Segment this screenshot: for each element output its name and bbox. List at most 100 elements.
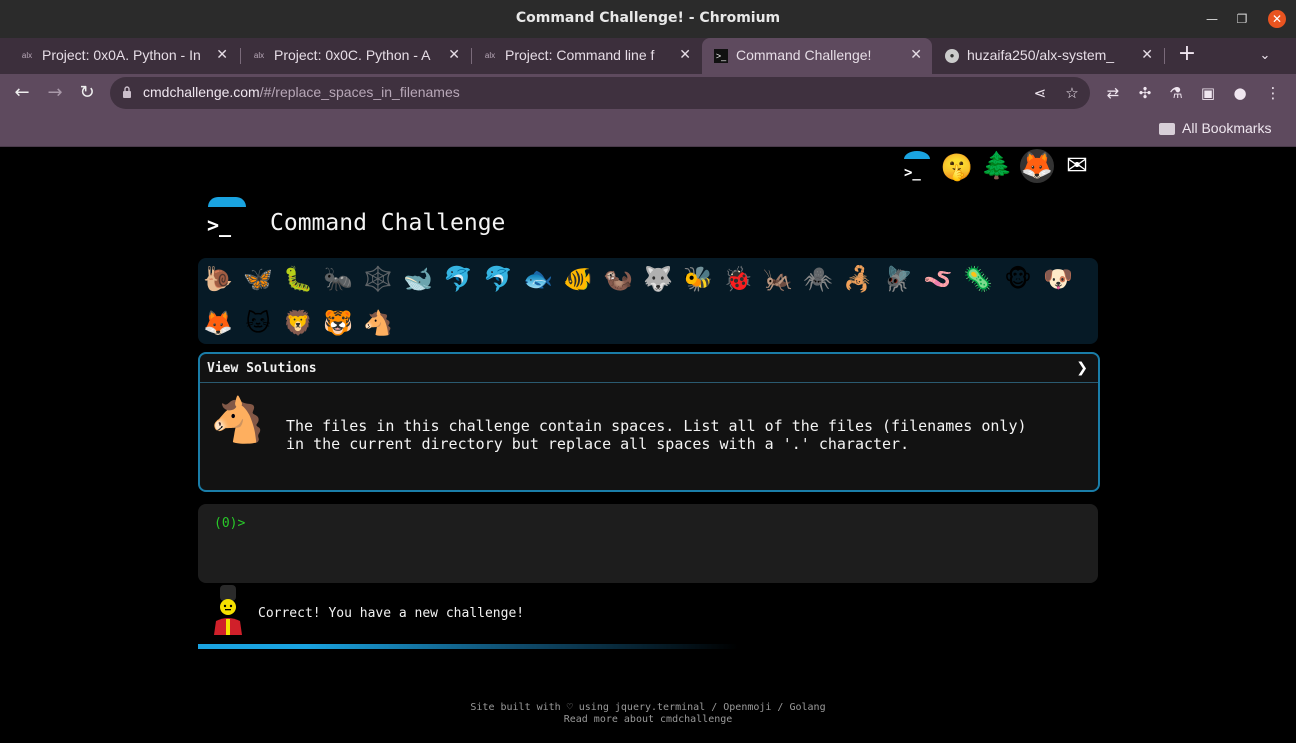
maximize-button[interactable]: ❐ (1234, 11, 1250, 27)
gitlab-icon[interactable]: 🦊 (1020, 149, 1054, 183)
reload-icon[interactable]: ↻ (77, 83, 97, 103)
close-tab-icon[interactable]: ✕ (910, 46, 922, 63)
challenge-emoji-9[interactable]: 🐟 (521, 262, 555, 296)
challenge-emoji-8[interactable]: 🐬 (481, 262, 515, 296)
profile-avatar-icon[interactable]: ● (1230, 83, 1250, 103)
alx-favicon: alx (21, 51, 33, 60)
challenge-emoji-7[interactable]: 🐬 (441, 262, 475, 296)
bookmark-star-icon[interactable]: ☆ (1062, 83, 1082, 103)
horse-icon: 🐴 (210, 395, 265, 446)
cmdchallenge-logo-icon[interactable]: >_ (900, 149, 934, 183)
lock-icon (123, 86, 131, 98)
url-text[interactable]: cmdchallenge.com/#/replace_spaces_in_fil… (143, 84, 460, 100)
challenge-emoji-6[interactable]: 🐋 (401, 262, 435, 296)
logo-prompt: >_ (207, 213, 232, 237)
github-favicon: ● (945, 49, 959, 63)
tab-label: Project: 0x0A. Python - In (42, 47, 201, 63)
all-bookmarks-button[interactable]: All Bookmarks (1182, 120, 1271, 136)
challenge-emoji-11[interactable]: 🦦 (601, 262, 635, 296)
close-window-button[interactable]: ✕ (1268, 10, 1286, 28)
minimize-button[interactable]: — (1204, 11, 1220, 27)
page-content: >_ 🤫 🌲 🦊 ✉ >_ Command Challenge 🐌 🦋 🐛 🐜 🕸️ 🐋 🐬… (0, 147, 1296, 743)
new-tab-icon[interactable]: + (1177, 43, 1197, 65)
translate-extension-icon[interactable]: ⇄ (1103, 83, 1123, 103)
feedback-message: Correct! You have a new challenge! (258, 606, 525, 621)
challenge-emoji-13[interactable]: 🐝 (681, 262, 715, 296)
bookmarks-bar: All Bookmarks (0, 112, 1296, 147)
labs-flask-icon[interactable]: ⚗ (1166, 83, 1186, 103)
back-icon[interactable]: ← (12, 83, 32, 103)
challenge-emoji-12[interactable]: 🐺 (641, 262, 675, 296)
challenge-description: The files in this challenge contain spac… (286, 417, 1076, 453)
footer-read-more-link[interactable]: Read more about cmdchallenge (0, 714, 1296, 726)
shushing-face-icon[interactable]: 🤫 (940, 151, 974, 185)
terminal-prompt: (0)> (214, 516, 246, 531)
close-tab-icon[interactable]: ✕ (448, 46, 460, 63)
forward-icon[interactable]: → (45, 83, 65, 103)
challenge-emoji-18[interactable]: 🪰 (881, 262, 915, 296)
tab-label: Project: Command line f (505, 47, 655, 63)
challenge-emoji-20[interactable]: 🦠 (961, 262, 995, 296)
tab-command-challenge[interactable]: >_ Command Challenge! ✕ (702, 38, 932, 74)
site-logo: >_ (205, 197, 249, 241)
challenge-emoji-27[interactable]: 🐴 (361, 306, 395, 340)
tab-github-repo[interactable]: ● huzaifa250/alx-system_ ✕ (933, 38, 1163, 74)
challenge-progress-bar (198, 644, 1098, 649)
terminal-favicon: >_ (714, 49, 728, 63)
footer-credits[interactable]: Site built with ♡ using jquery.terminal … (0, 702, 1296, 714)
challenge-emoji-16[interactable]: 🕷️ (801, 262, 835, 296)
progress-fill (198, 644, 738, 649)
tab-label: Command Challenge! (736, 47, 872, 63)
evergreen-tree-icon[interactable]: 🌲 (980, 149, 1014, 183)
menu-kebab-icon[interactable]: ⋮ (1263, 83, 1283, 103)
challenge-emoji-14[interactable]: 🐞 (721, 262, 755, 296)
window-titlebar: Command Challenge! - Chromium — ❐ ✕ (0, 0, 1296, 38)
page-title: Command Challenge (270, 210, 506, 236)
tab-command-line-project[interactable]: alx Project: Command line f ✕ (471, 38, 701, 74)
close-tab-icon[interactable]: ✕ (679, 46, 691, 63)
challenge-emoji-19[interactable]: 🪱 (921, 262, 955, 296)
challenge-emoji-22[interactable]: 🐶 (1041, 262, 1075, 296)
view-solutions-label: View Solutions (207, 361, 317, 376)
tab-search-chevron-icon[interactable]: ⌄ (1255, 46, 1275, 66)
tab-python-almost-a-circle[interactable]: alx Project: 0x0C. Python - A ✕ (240, 38, 470, 74)
challenge-emoji-25[interactable]: 🦁 (281, 306, 315, 340)
url-host: cmdchallenge.com (143, 84, 260, 100)
close-tab-icon[interactable]: ✕ (216, 46, 228, 63)
mail-icon[interactable]: ✉ (1060, 149, 1094, 183)
challenge-emoji-23[interactable]: 🦊 (201, 306, 235, 340)
challenge-line-1: The files in this challenge contain spac… (286, 417, 1027, 435)
close-tab-icon[interactable]: ✕ (1141, 46, 1153, 63)
challenge-emoji-4[interactable]: 🐜 (321, 262, 355, 296)
challenge-emoji-15[interactable]: 🦗 (761, 262, 795, 296)
chevron-right-icon[interactable]: ❯ (1076, 360, 1088, 376)
guard-icon (214, 585, 242, 635)
challenge-emoji-2[interactable]: 🦋 (241, 262, 275, 296)
tab-label: Project: 0x0C. Python - A (274, 47, 431, 63)
challenge-emoji-5[interactable]: 🕸️ (361, 262, 395, 296)
view-solutions-header[interactable]: View Solutions ❯ (200, 354, 1098, 383)
extensions-puzzle-icon[interactable]: ✣ (1135, 83, 1155, 103)
challenge-emoji-17[interactable]: 🦂 (841, 262, 875, 296)
challenge-emoji-10[interactable]: 🐠 (561, 262, 595, 296)
window-title: Command Challenge! - Chromium (515, 10, 781, 26)
share-icon[interactable]: ⋖ (1030, 83, 1050, 103)
challenge-emoji-3[interactable]: 🐛 (281, 262, 315, 296)
footer: Site built with ♡ using jquery.terminal … (0, 702, 1296, 726)
address-bar[interactable]: cmdchallenge.com/#/replace_spaces_in_fil… (110, 77, 1090, 109)
folder-icon (1159, 123, 1175, 135)
challenge-emoji-24[interactable]: 🐱 (241, 306, 275, 340)
side-panel-icon[interactable]: ▣ (1198, 83, 1218, 103)
tab-strip: alx Project: 0x0A. Python - In ✕ alx Pro… (0, 38, 1296, 74)
tab-python-input-output[interactable]: alx Project: 0x0A. Python - In ✕ (8, 38, 238, 74)
challenge-emoji-26[interactable]: 🐯 (321, 306, 355, 340)
challenge-panel: View Solutions ❯ 🐴 The files in this cha… (198, 352, 1100, 492)
challenge-emoji-1[interactable]: 🐌 (201, 262, 235, 296)
svg-text:>_: >_ (904, 165, 921, 181)
terminal-input[interactable]: (0)> (198, 504, 1098, 583)
url-path: /#/replace_spaces_in_filenames (259, 84, 460, 100)
browser-toolbar: ← → ↻ cmdchallenge.com/#/replace_spaces_… (0, 74, 1296, 112)
challenge-emoji-21[interactable]: 🐵 (1001, 262, 1035, 296)
challenge-emoji-bar: 🐌 🦋 🐛 🐜 🕸️ 🐋 🐬 🐬 🐟 🐠 🦦 🐺 🐝 🐞 🦗 🕷️ 🦂 🪰 🪱 🦠 🐵 🐶 🦊 🐱 🦁 🐯 🐴 (198, 258, 1098, 344)
tab-label: huzaifa250/alx-system_ (967, 47, 1115, 63)
